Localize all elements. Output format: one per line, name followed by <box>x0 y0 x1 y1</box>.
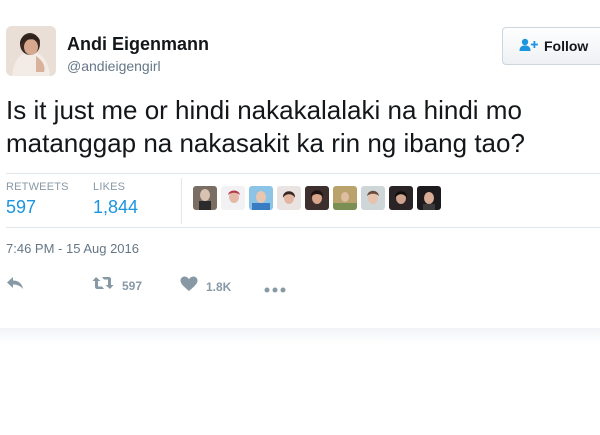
retweet-button[interactable]: 597 <box>92 276 142 295</box>
tweet-text-line: matanggap na nakasakit ka rin ng ibang t… <box>6 128 525 158</box>
tweet-text-line: Is it just me or hindi nakakalalaki na h… <box>6 95 522 125</box>
tweet-timestamp[interactable]: 7:46 PM - 15 Aug 2016 <box>6 241 139 256</box>
author-handle[interactable]: @andieigengirl <box>67 58 161 74</box>
more-icon <box>264 280 286 298</box>
liker-avatar[interactable] <box>277 186 301 210</box>
author-name[interactable]: Andi Eigenmann <box>67 34 209 55</box>
liker-avatar[interactable] <box>361 186 385 210</box>
liker-avatar[interactable] <box>305 186 329 210</box>
liker-avatar[interactable] <box>221 186 245 210</box>
retweets-count[interactable]: 597 <box>6 197 36 218</box>
follow-button[interactable]: Follow <box>502 27 600 65</box>
tweet-text: Is it just me or hindi nakakalalaki na h… <box>6 94 596 160</box>
liker-avatar[interactable] <box>389 186 413 210</box>
stats-divider <box>181 178 182 224</box>
reply-icon <box>6 276 24 295</box>
liker-avatar[interactable] <box>193 186 217 210</box>
liker-avatar[interactable] <box>249 186 273 210</box>
likers-list <box>193 186 441 210</box>
liker-avatar[interactable] <box>417 186 441 210</box>
liker-avatar[interactable] <box>333 186 357 210</box>
follow-label: Follow <box>544 38 589 54</box>
footer-shadow <box>0 328 600 344</box>
retweets-label: RETWEETS <box>6 181 69 193</box>
more-button[interactable] <box>264 280 286 298</box>
author-avatar[interactable] <box>6 26 56 76</box>
reply-button[interactable] <box>6 276 24 295</box>
divider <box>6 227 600 228</box>
divider <box>6 173 600 174</box>
retweet-icon <box>92 276 114 295</box>
likes-label: LIKES <box>93 181 126 193</box>
like-button[interactable]: 1.8K <box>180 276 231 297</box>
add-user-icon <box>519 38 539 55</box>
likes-count[interactable]: 1,844 <box>93 197 138 218</box>
retweet-count: 597 <box>122 278 143 293</box>
like-count: 1.8K <box>206 279 232 294</box>
heart-icon <box>180 276 198 297</box>
